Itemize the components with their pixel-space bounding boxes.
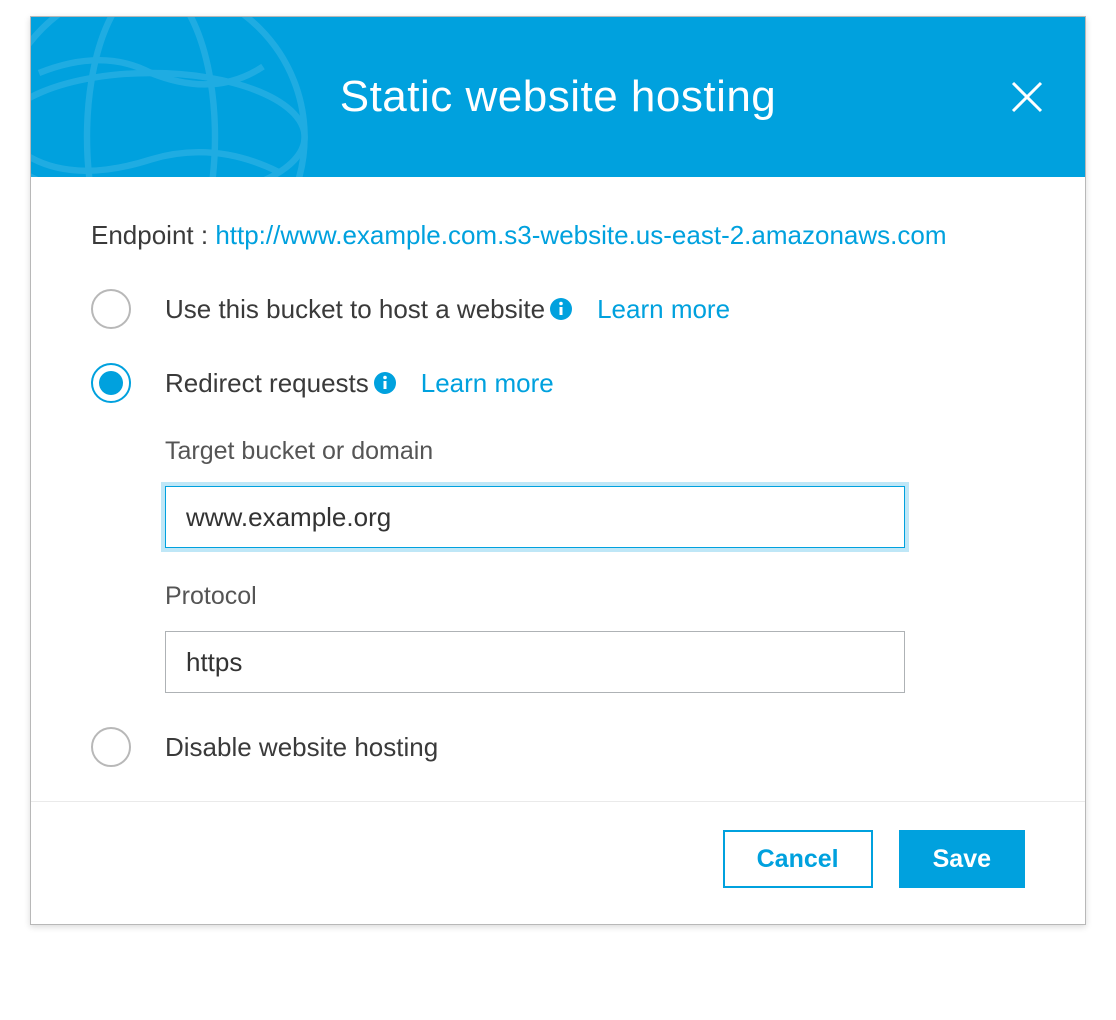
learn-more-link-host[interactable]: Learn more [597,294,730,325]
option-disable-text: Disable website hosting [165,732,438,763]
target-bucket-input[interactable] [165,486,905,548]
protocol-field-group: Protocol [165,582,1025,693]
redirect-config-panel: Target bucket or domain Protocol [165,437,1025,693]
learn-more-link-redirect[interactable]: Learn more [421,368,554,399]
close-button[interactable] [1005,75,1049,119]
modal-body: Endpoint : http://www.example.com.s3-web… [31,177,1085,801]
save-button[interactable]: Save [899,830,1025,888]
modal-title: Static website hosting [340,72,777,122]
radio-disable-hosting[interactable] [91,727,131,767]
option-host-text: Use this bucket to host a website [165,294,545,325]
radio-host-website[interactable] [91,289,131,329]
radio-host-website-label: Use this bucket to host a website Learn … [165,294,730,325]
info-icon[interactable] [549,297,573,321]
radio-disable-label: Disable website hosting [165,732,438,763]
option-disable-row: Disable website hosting [91,727,1025,767]
endpoint-row: Endpoint : http://www.example.com.s3-web… [91,217,1025,253]
radio-redirect-requests[interactable] [91,363,131,403]
protocol-label: Protocol [165,582,1025,611]
close-icon [1009,79,1045,115]
modal-header: Static website hosting [31,17,1085,177]
target-bucket-label: Target bucket or domain [165,437,1025,466]
option-host-website-row: Use this bucket to host a website Learn … [91,289,1025,329]
cancel-button[interactable]: Cancel [723,830,873,888]
option-redirect-row: Redirect requests Learn more [91,363,1025,403]
info-icon[interactable] [373,371,397,395]
static-website-hosting-modal: Static website hosting Endpoint : http:/… [30,16,1086,925]
endpoint-label: Endpoint : [91,220,215,250]
globe-background-icon [31,17,311,177]
modal-footer: Cancel Save [31,801,1085,924]
target-field-group: Target bucket or domain [165,437,1025,548]
protocol-input[interactable] [165,631,905,693]
option-redirect-text: Redirect requests [165,368,369,399]
endpoint-url-link[interactable]: http://www.example.com.s3-website.us-eas… [215,220,946,250]
radio-redirect-label: Redirect requests Learn more [165,368,554,399]
